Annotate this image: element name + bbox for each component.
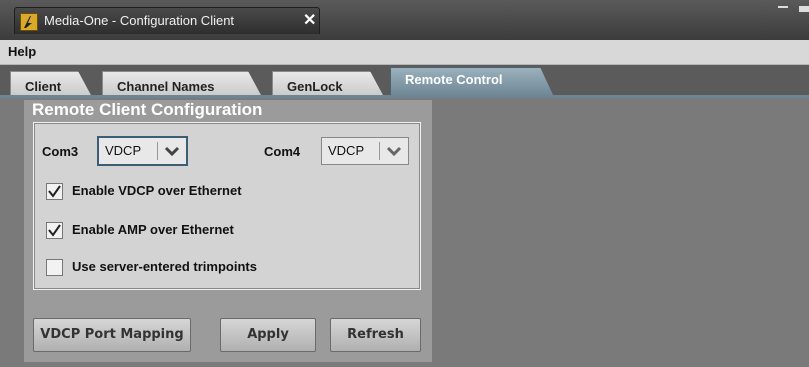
enable-amp-checkbox[interactable] — [46, 222, 63, 239]
tab-channel-names[interactable]: Channel Names — [102, 71, 262, 97]
minimize-button[interactable] — [778, 6, 788, 8]
title-bar: Media-One - Configuration Client ✕ — [0, 0, 809, 40]
com4-select[interactable]: VDCP — [321, 137, 409, 165]
tab-genlock[interactable]: GenLock — [272, 71, 384, 97]
tab-client-label: Client — [25, 79, 62, 94]
vdcp-port-mapping-button[interactable]: VDCP Port Mapping — [33, 318, 191, 352]
apply-button[interactable]: Apply — [220, 318, 316, 352]
combo-divider — [379, 142, 380, 160]
tab-genlock-label: GenLock — [287, 79, 343, 94]
com4-value: VDCP — [328, 143, 365, 158]
checkmark-icon — [48, 185, 61, 198]
enable-amp-label: Enable AMP over Ethernet — [72, 222, 234, 237]
tab-client[interactable]: Client — [10, 71, 92, 97]
combo-divider — [157, 142, 158, 160]
chevron-down-icon[interactable] — [384, 141, 404, 161]
enable-vdcp-checkbox[interactable] — [46, 183, 63, 200]
com3-label: Com3 — [42, 144, 79, 159]
enable-vdcp-label: Enable VDCP over Ethernet — [72, 183, 242, 198]
refresh-button[interactable]: Refresh — [330, 318, 421, 352]
chevron-down-icon[interactable] — [162, 141, 182, 161]
com4-label: Com4 — [264, 144, 301, 159]
section-title: Remote Client Configuration — [32, 100, 263, 119]
maximize-button[interactable] — [799, 6, 809, 12]
menu-bar: Help — [0, 40, 809, 65]
close-icon[interactable]: ✕ — [303, 10, 316, 30]
tab-channel-names-label: Channel Names — [117, 79, 215, 94]
app-window-tab[interactable]: Media-One - Configuration Client ✕ — [14, 7, 320, 34]
checkmark-icon — [48, 224, 61, 237]
use-trimpoints-label: Use server-entered trimpoints — [72, 259, 257, 274]
media-one-app-icon — [20, 13, 38, 31]
com3-value: VDCP — [105, 143, 142, 158]
tab-remote-control-label: Remote Control — [405, 72, 503, 87]
com3-select[interactable]: VDCP — [97, 136, 188, 166]
tab-remote-control[interactable]: Remote Control — [390, 67, 554, 97]
tab-strip: Client Channel Names GenLock Remote Cont… — [0, 65, 809, 96]
remote-config-group: Com3 VDCP Com4 VDCP Enable VDCP over Eth… — [33, 122, 421, 290]
use-trimpoints-checkbox[interactable] — [46, 259, 63, 276]
window-title: Media-One - Configuration Client — [44, 13, 235, 28]
menu-help[interactable]: Help — [8, 44, 36, 59]
